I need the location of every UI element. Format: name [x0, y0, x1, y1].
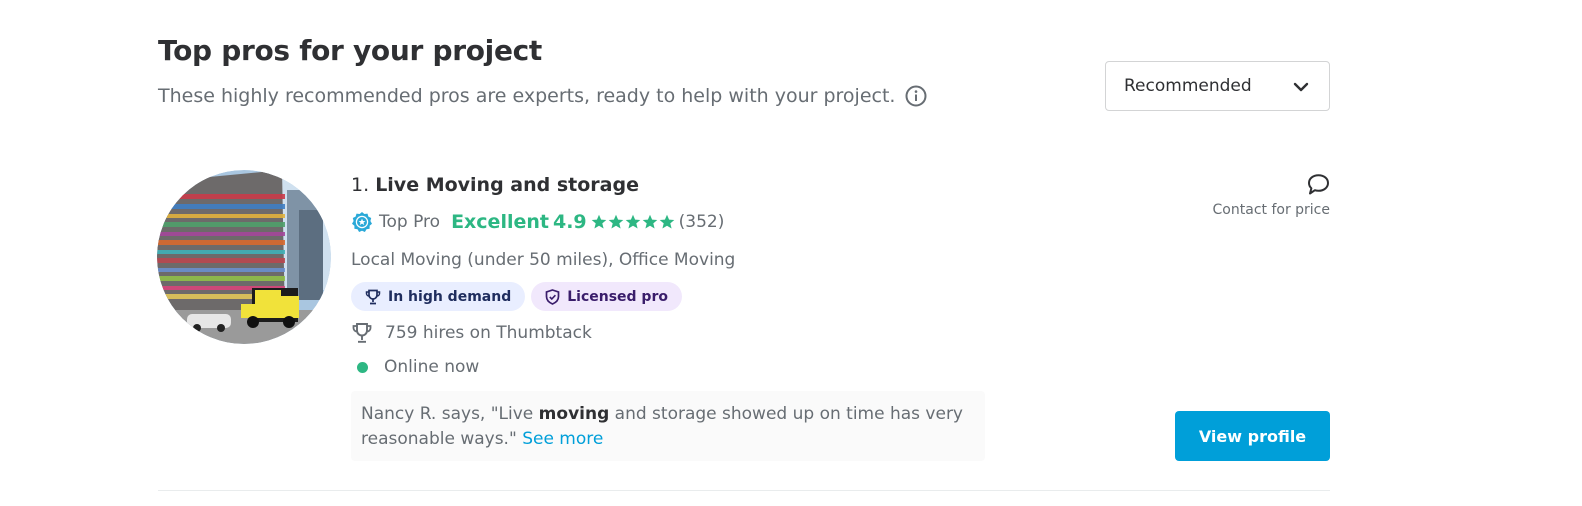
badge-high-demand: In high demand [351, 282, 526, 311]
hires-count: 759 hires on Thumbtack [385, 323, 592, 343]
view-profile-button[interactable]: View profile [1175, 411, 1330, 461]
contact-for-price-label: Contact for price [1212, 202, 1330, 218]
badge-licensed-label: Licensed pro [567, 288, 668, 305]
rating-label: Excellent [451, 211, 549, 233]
rating-row: Top Pro Excellent 4.9 (352) [351, 208, 724, 236]
subtitle-row: These highly recommended pros are expert… [158, 85, 927, 107]
shield-icon [545, 288, 560, 305]
sort-dropdown[interactable]: Recommended [1105, 61, 1330, 111]
hires-row: 759 hires on Thumbtack [351, 322, 592, 344]
top-pro-label: Top Pro [379, 212, 441, 232]
chat-bubble-icon[interactable] [1307, 173, 1330, 196]
sort-selected-label: Recommended [1124, 76, 1252, 96]
star-icon [625, 214, 640, 229]
review-count: (352) [678, 212, 725, 232]
star-icon [591, 214, 606, 229]
review-prefix: Nancy R. says, "Live [361, 404, 539, 424]
star-icon [642, 214, 657, 229]
see-more-link[interactable]: See more [522, 429, 603, 449]
pro-name-text[interactable]: Live Moving and storage [375, 174, 639, 196]
pro-services: Local Moving (under 50 miles), Office Mo… [351, 250, 736, 270]
star-icon [659, 214, 674, 229]
pro-avatar[interactable] [157, 170, 331, 344]
review-snippet: Nancy R. says, "Live moving and storage … [351, 391, 985, 461]
star-rating [591, 214, 675, 230]
star-icon [608, 214, 623, 229]
online-status-label: Online now [384, 357, 480, 377]
top-pro-icon [351, 211, 373, 233]
review-highlight: moving [538, 404, 610, 424]
chevron-down-icon [1293, 77, 1309, 96]
pro-name[interactable]: 1. Live Moving and storage [351, 174, 639, 196]
badge-licensed: Licensed pro [531, 282, 682, 311]
divider [158, 490, 1330, 491]
page-subtitle: These highly recommended pros are expert… [158, 85, 896, 107]
pro-rank: 1. [351, 174, 370, 196]
online-status-row: Online now [351, 357, 479, 377]
page-title: Top pros for your project [158, 34, 543, 67]
rating-value: 4.9 [552, 211, 587, 233]
trophy-icon [365, 289, 381, 304]
badge-list: In high demand Licensed pro [351, 282, 682, 311]
online-status-dot [357, 361, 368, 373]
badge-high-demand-label: In high demand [388, 288, 512, 305]
info-icon[interactable] [905, 85, 927, 107]
trophy-icon [352, 323, 372, 343]
